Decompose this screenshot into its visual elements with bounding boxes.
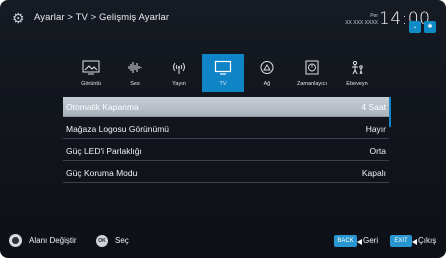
date-display: Per XX XXX XXXX — [338, 13, 378, 26]
parental-icon — [336, 58, 378, 76]
setting-row-store-logo[interactable]: Mağaza Logosu Görünümü Hayır — [63, 119, 389, 139]
tab-tv[interactable]: TV — [202, 54, 244, 92]
back-key[interactable]: BACK — [334, 235, 357, 247]
tab-yayin[interactable]: Yayın — [158, 54, 200, 92]
exit-label: Çıkış — [418, 236, 437, 245]
tab-label: Ebeveyn — [346, 81, 368, 87]
tab-ag[interactable]: Ağ — [246, 54, 288, 92]
setting-value: Orta — [369, 146, 386, 156]
bluetooth-icon: ✱ — [424, 21, 436, 33]
tv-menu-screen: ⚙ Ayarlar > TV > Gelişmiş Ayarlar Per XX… — [0, 0, 446, 258]
tab-label: Ses — [130, 81, 140, 87]
dropdown-signal-icon: ⌄ — [409, 21, 421, 33]
setting-value: 4 Saat — [361, 102, 386, 112]
setting-row-power-save[interactable]: Güç Koruma Modu Kapalı — [63, 163, 389, 183]
dpad-icon — [9, 234, 22, 247]
tab-goruntu[interactable]: Görüntü — [70, 54, 112, 92]
setting-label: Mağaza Logosu Görünümü — [66, 124, 170, 134]
date-label: XX XXX XXXX — [345, 20, 378, 26]
setting-value: Hayır — [365, 124, 386, 134]
scrollbar[interactable] — [389, 97, 391, 127]
tab-label: Görüntü — [81, 81, 101, 87]
tv-icon — [202, 58, 244, 76]
timer-icon — [291, 58, 333, 76]
setting-row-auto-off[interactable]: Otomatik Kapanma 4 Saat — [63, 97, 389, 117]
back-label: Geri — [363, 236, 379, 245]
back-arrow-icon — [357, 239, 362, 245]
setting-value: Kapalı — [361, 168, 386, 178]
setting-row-power-led[interactable]: Güç LED'i Parlaklığı Orta — [63, 141, 389, 161]
clock: 14:00 — [379, 9, 431, 29]
tab-label: TV — [219, 81, 227, 87]
tab-ebeveyn[interactable]: Ebeveyn — [336, 54, 378, 92]
setting-label: Güç Koruma Modu — [66, 168, 138, 178]
tab-zamanlayici[interactable]: Zamanlayıcı — [291, 54, 333, 92]
setting-label: Güç LED'i Parlaklığı — [66, 146, 142, 156]
ok-key-icon: OK — [96, 235, 108, 247]
settings-list: Otomatik Kapanma 4 Saat Mağaza Logosu Gö… — [63, 97, 389, 185]
broadcast-icon — [158, 58, 200, 76]
settings-gear-icon: ⚙ — [12, 10, 25, 26]
setting-label: Otomatik Kapanma — [66, 102, 139, 112]
network-icon — [246, 58, 288, 76]
tab-label: Ağ — [263, 81, 271, 87]
select-label: Seç — [115, 236, 129, 245]
exit-arrow-icon — [412, 239, 417, 245]
tab-ses[interactable]: Ses — [114, 54, 156, 92]
tab-label: Zamanlayıcı — [297, 81, 327, 87]
sound-icon — [114, 58, 156, 76]
category-tabs: Görüntü Ses Yayın TV Ağ Zamanlayıcı Ebev… — [70, 54, 379, 92]
exit-key[interactable]: EXIT — [390, 235, 412, 247]
navigate-label: Alanı Değiştir — [29, 236, 77, 245]
tab-label: Yayın — [172, 81, 186, 87]
breadcrumb: Ayarlar > TV > Gelişmiş Ayarlar — [34, 12, 170, 23]
day-label: Per — [370, 13, 378, 19]
picture-icon — [70, 58, 112, 76]
